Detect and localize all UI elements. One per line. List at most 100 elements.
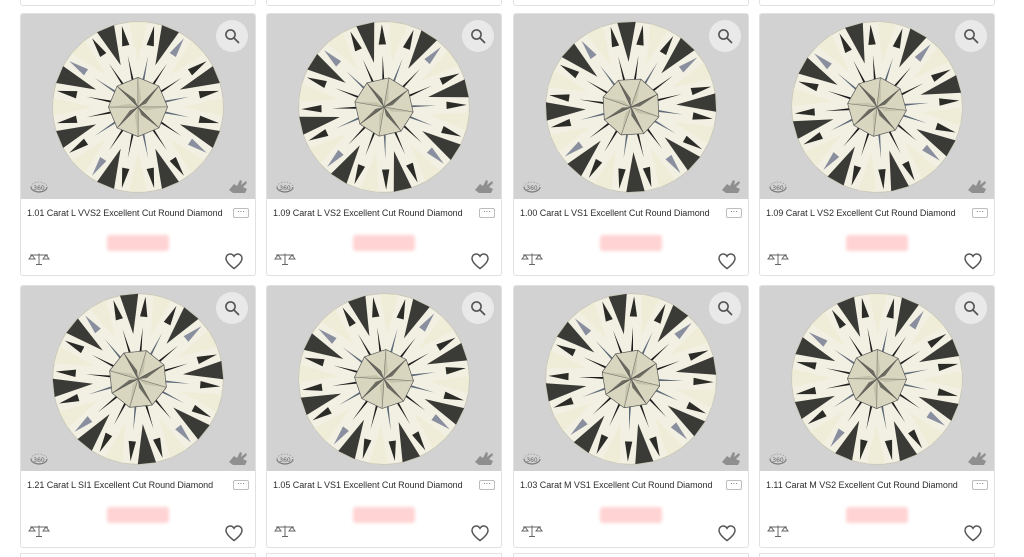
- compare-icon[interactable]: [274, 525, 296, 537]
- diamond-image[interactable]: 360: [760, 14, 994, 199]
- 360-view-icon[interactable]: 360: [28, 449, 50, 467]
- diamond-card[interactable]: 360 1.00 Carat L VS1 Excellent Cut Round…: [513, 13, 749, 276]
- 360-view-icon[interactable]: 360: [521, 449, 543, 467]
- zoom-button[interactable]: [709, 292, 741, 324]
- blurred-price: [353, 235, 415, 251]
- diamond-card[interactable]: 360 1.01 Carat L VVS2 Excellent Cut Roun…: [20, 13, 256, 276]
- diamond-image[interactable]: 360: [267, 286, 501, 471]
- 360-view-icon[interactable]: 360: [28, 177, 50, 195]
- compare-icon[interactable]: [521, 253, 543, 265]
- heart-icon[interactable]: [225, 525, 243, 542]
- diamond-title[interactable]: 1.21 Carat L SI1 Excellent Cut Round Dia…: [27, 480, 213, 490]
- magnifier-icon: [225, 29, 240, 44]
- blurred-price: [107, 235, 169, 251]
- more-options-button[interactable]: ···: [479, 480, 495, 490]
- diamond-image[interactable]: 360: [21, 14, 255, 199]
- magnifier-icon: [471, 301, 486, 316]
- blurred-price: [846, 235, 908, 251]
- diamond-card[interactable]: 360 1.03 Carat M VS1 Excellent Cut Round…: [513, 285, 749, 548]
- diamond-title[interactable]: 1.05 Carat L VS1 Excellent Cut Round Dia…: [273, 480, 463, 490]
- card-title-row: 1.05 Carat L VS1 Excellent Cut Round Dia…: [273, 478, 495, 492]
- more-options-button[interactable]: ···: [972, 480, 988, 490]
- zoom-button[interactable]: [216, 292, 248, 324]
- compare-icon[interactable]: [767, 525, 789, 537]
- hand-icon[interactable]: [720, 176, 742, 194]
- diamond-title[interactable]: 1.03 Carat M VS1 Excellent Cut Round Dia…: [520, 480, 712, 490]
- card-stub: [513, 553, 749, 557]
- zoom-button[interactable]: [216, 20, 248, 52]
- 360-view-icon[interactable]: 360: [274, 449, 296, 467]
- zoom-button[interactable]: [709, 20, 741, 52]
- 360-view-icon[interactable]: 360: [274, 177, 296, 195]
- heart-icon[interactable]: [964, 253, 982, 270]
- card-title-row: 1.01 Carat L VVS2 Excellent Cut Round Di…: [27, 206, 249, 220]
- card-title-row: 1.00 Carat L VS1 Excellent Cut Round Dia…: [520, 206, 742, 220]
- card-stub: [513, 0, 749, 6]
- diamond-card[interactable]: 360 1.05 Carat L VS1 Excellent Cut Round…: [266, 285, 502, 548]
- blurred-price: [107, 507, 169, 523]
- heart-icon[interactable]: [471, 525, 489, 542]
- diamond-title[interactable]: 1.09 Carat L VS2 Excellent Cut Round Dia…: [766, 208, 956, 218]
- diamond-photo: [298, 21, 470, 193]
- diamond-card[interactable]: 360 1.09 Carat L VS2 Excellent Cut Round…: [759, 13, 995, 276]
- compare-icon[interactable]: [28, 253, 50, 265]
- diamond-card[interactable]: 360 1.09 Carat L VS2 Excellent Cut Round…: [266, 13, 502, 276]
- diamond-image[interactable]: 360: [514, 14, 748, 199]
- magnifier-icon: [718, 301, 733, 316]
- diamond-photo: [545, 293, 717, 465]
- diamond-title[interactable]: 1.11 Carat M VS2 Excellent Cut Round Dia…: [766, 480, 958, 490]
- hand-icon[interactable]: [966, 176, 988, 194]
- more-options-button[interactable]: ···: [726, 208, 742, 218]
- magnifier-icon: [225, 301, 240, 316]
- hand-icon[interactable]: [227, 176, 249, 194]
- compare-icon[interactable]: [767, 253, 789, 265]
- compare-icon[interactable]: [274, 253, 296, 265]
- diamond-image[interactable]: 360: [514, 286, 748, 471]
- previous-row-strip: [0, 0, 1024, 8]
- magnifier-icon: [471, 29, 486, 44]
- svg-text:360: 360: [279, 457, 291, 464]
- zoom-button[interactable]: [955, 20, 987, 52]
- heart-icon[interactable]: [225, 253, 243, 270]
- compare-icon[interactable]: [28, 525, 50, 537]
- card-stub: [20, 553, 256, 557]
- diamond-title[interactable]: 1.09 Carat L VS2 Excellent Cut Round Dia…: [273, 208, 463, 218]
- blurred-price: [846, 507, 908, 523]
- more-options-button[interactable]: ···: [726, 480, 742, 490]
- diamond-card[interactable]: 360 1.11 Carat M VS2 Excellent Cut Round…: [759, 285, 995, 548]
- zoom-button[interactable]: [462, 292, 494, 324]
- hand-icon[interactable]: [720, 448, 742, 466]
- hand-icon[interactable]: [966, 448, 988, 466]
- more-options-button[interactable]: ···: [233, 480, 249, 490]
- diamond-card[interactable]: 360 1.21 Carat L SI1 Excellent Cut Round…: [20, 285, 256, 548]
- heart-icon[interactable]: [718, 525, 736, 542]
- diamond-photo: [298, 293, 470, 465]
- card-title-row: 1.03 Carat M VS1 Excellent Cut Round Dia…: [520, 478, 742, 492]
- zoom-button[interactable]: [462, 20, 494, 52]
- more-options-button[interactable]: ···: [972, 208, 988, 218]
- diamond-title[interactable]: 1.01 Carat L VVS2 Excellent Cut Round Di…: [27, 208, 223, 218]
- 360-view-icon[interactable]: 360: [767, 449, 789, 467]
- card-title-row: 1.11 Carat M VS2 Excellent Cut Round Dia…: [766, 478, 988, 492]
- 360-view-icon[interactable]: 360: [521, 177, 543, 195]
- heart-icon[interactable]: [471, 253, 489, 270]
- zoom-button[interactable]: [955, 292, 987, 324]
- compare-icon[interactable]: [521, 525, 543, 537]
- diamond-title[interactable]: 1.00 Carat L VS1 Excellent Cut Round Dia…: [520, 208, 710, 218]
- heart-icon[interactable]: [718, 253, 736, 270]
- 360-view-icon[interactable]: 360: [767, 177, 789, 195]
- heart-icon[interactable]: [964, 525, 982, 542]
- hand-icon[interactable]: [473, 448, 495, 466]
- hand-icon[interactable]: [473, 176, 495, 194]
- diamond-image[interactable]: 360: [267, 14, 501, 199]
- more-options-button[interactable]: ···: [233, 208, 249, 218]
- svg-text:360: 360: [526, 457, 538, 464]
- hand-icon[interactable]: [227, 448, 249, 466]
- more-options-button[interactable]: ···: [479, 208, 495, 218]
- diamond-photo: [52, 293, 224, 465]
- svg-text:360: 360: [33, 457, 45, 464]
- card-stub: [266, 553, 502, 557]
- diamond-image[interactable]: 360: [21, 286, 255, 471]
- card-stub: [759, 0, 995, 6]
- diamond-image[interactable]: 360: [760, 286, 994, 471]
